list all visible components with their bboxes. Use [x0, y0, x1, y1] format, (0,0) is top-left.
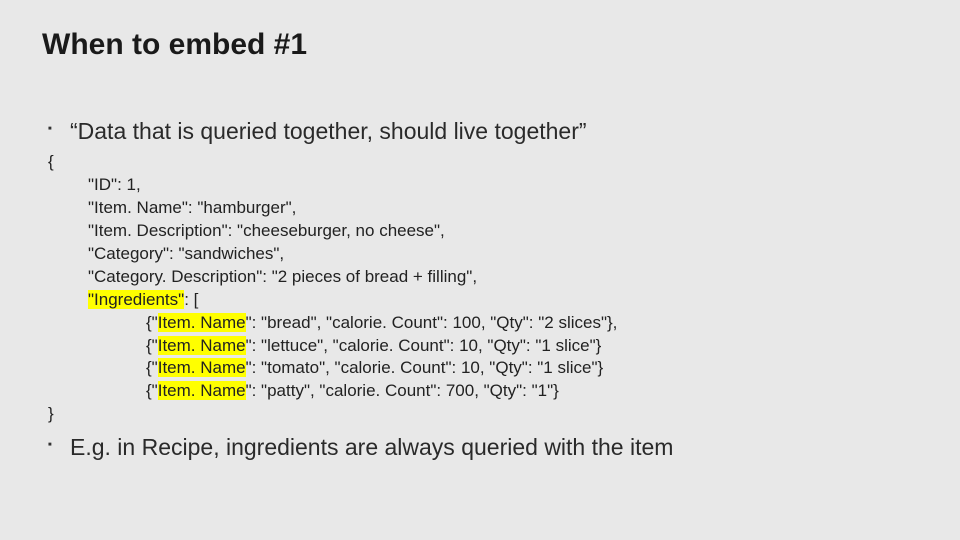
code-line-name: "Item. Name": "hamburger",: [48, 197, 918, 220]
bullet-list: “Data that is queried together, should l…: [42, 118, 918, 145]
code-line-ingredients: "Ingredients": [: [48, 289, 918, 312]
bullet-text-1: “Data that is queried together, should l…: [70, 118, 587, 144]
slide: When to embed #1 “Data that is queried t…: [0, 0, 960, 461]
code-line-catdesc: "Category. Description": "2 pieces of br…: [48, 266, 918, 289]
code-open-brace: {: [48, 152, 54, 171]
code-line-ing3: {"Item. Name": "tomato", "calorie. Count…: [48, 357, 918, 380]
code-line-desc: "Item. Description": "cheeseburger, no c…: [48, 220, 918, 243]
code-line-ing1: {"Item. Name": "bread", "calorie. Count"…: [48, 312, 918, 335]
code-close-brace: }: [48, 404, 54, 423]
code-line-ing2: {"Item. Name": "lettuce", "calorie. Coun…: [48, 335, 918, 358]
highlight-itemname-2: Item. Name: [158, 336, 246, 355]
highlight-ingredients: "Ingredients": [88, 290, 184, 309]
bullet-text-2: E.g. in Recipe, ingredients are always q…: [70, 434, 673, 460]
slide-title: When to embed #1: [42, 28, 918, 62]
highlight-itemname-4: Item. Name: [158, 381, 246, 400]
bullet-item-1: “Data that is queried together, should l…: [42, 118, 918, 145]
code-line-id: "ID": 1,: [48, 174, 918, 197]
bullet-list-2: E.g. in Recipe, ingredients are always q…: [42, 434, 918, 461]
highlight-itemname-3: Item. Name: [158, 358, 246, 377]
code-line-cat: "Category": "sandwiches",: [48, 243, 918, 266]
code-line-ing4: {"Item. Name": "patty", "calorie. Count"…: [48, 380, 918, 403]
highlight-itemname-1: Item. Name: [158, 313, 246, 332]
json-code-block: { "ID": 1, "Item. Name": "hamburger", "I…: [42, 151, 918, 426]
bullet-item-2: E.g. in Recipe, ingredients are always q…: [42, 434, 918, 461]
